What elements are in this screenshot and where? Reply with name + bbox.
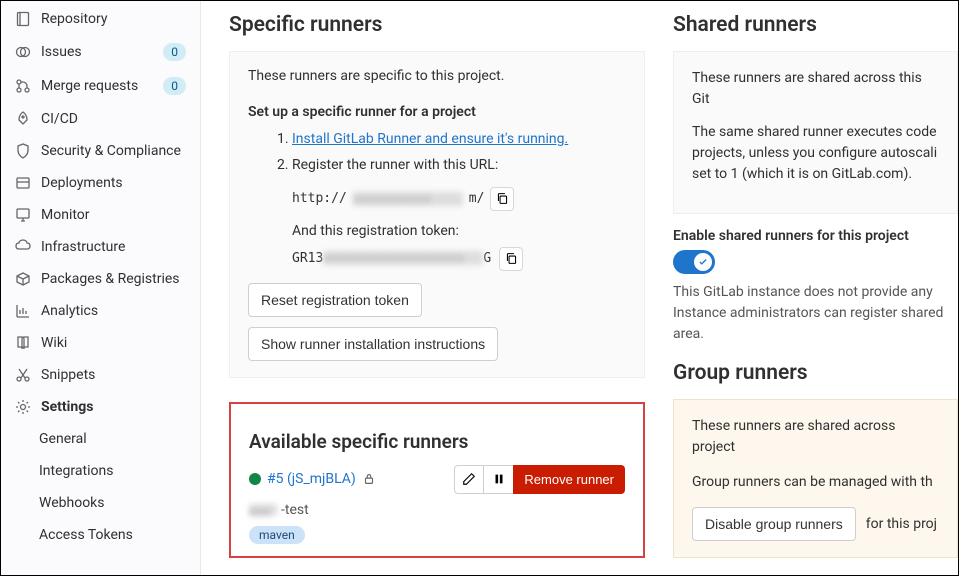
main-content: Specific runners These runners are speci…	[201, 1, 958, 575]
sidebar-item-repository[interactable]: Repository	[1, 3, 200, 35]
group-intro: These runners are shared across project	[692, 416, 939, 458]
sidebar-label: Analytics	[41, 303, 186, 319]
sidebar-label: Security & Compliance	[41, 143, 186, 159]
sidebar-label: Issues	[41, 44, 153, 60]
shared-desc: The same shared runner executes code pro…	[692, 122, 939, 185]
runner-status-online	[249, 473, 261, 485]
group-runners-panel: These runners are shared across project …	[673, 399, 958, 558]
settings-integrations[interactable]: Integrations	[39, 455, 200, 487]
monitor-icon	[15, 207, 31, 223]
redacted-token: xxxxxxxxxxxxxxxxxx	[323, 251, 483, 265]
specific-intro: These runners are specific to this proje…	[248, 68, 626, 84]
remove-runner-button[interactable]: Remove runner	[513, 465, 625, 494]
sidebar-item-issues[interactable]: Issues 0	[1, 35, 200, 69]
settings-general[interactable]: General	[39, 423, 200, 455]
sidebar-label: Settings	[41, 399, 186, 415]
settings-access-tokens[interactable]: Access Tokens	[39, 519, 200, 551]
available-runners-box: Available specific runners #5 (jS_mjBLA)…	[229, 402, 645, 558]
redacted-url: xxxxxxxxxx	[353, 192, 463, 206]
runner-url: http://xxxxxxxxxxm/	[248, 187, 626, 211]
sidebar-item-infrastructure[interactable]: Infrastructure	[1, 231, 200, 263]
snippet-icon	[15, 367, 31, 383]
sidebar-label: Packages & Registries	[41, 271, 186, 287]
rocket-icon	[15, 111, 31, 127]
infra-icon	[15, 239, 31, 255]
shared-runners-heading: Shared runners	[673, 13, 958, 37]
group-note: This group does not have any group runne…	[673, 572, 958, 575]
shared-note: This GitLab instance does not provide an…	[673, 282, 958, 345]
enable-shared-label: Enable shared runners for this project	[673, 228, 958, 244]
sidebar-item-snippets[interactable]: Snippets	[1, 359, 200, 391]
sidebar-item-deployments[interactable]: Deployments	[1, 167, 200, 199]
sidebar-label: Deployments	[41, 175, 186, 191]
sidebar-item-wiki[interactable]: Wiki	[1, 327, 200, 359]
settings-webhooks[interactable]: Webhooks	[39, 487, 200, 519]
merge-badge: 0	[163, 77, 186, 95]
sidebar-label: CI/CD	[41, 111, 186, 127]
repository-icon	[15, 11, 31, 27]
sidebar-label: Monitor	[41, 207, 186, 223]
lock-icon	[362, 472, 376, 486]
shared-runners-panel: These runners are shared across this Git…	[673, 51, 958, 214]
sidebar-label: Merge requests	[41, 78, 153, 94]
disable-group-runners-button[interactable]: Disable group runners	[692, 507, 856, 541]
token-value: GR13xxxxxxxxxxxxxxxxxxG	[292, 251, 491, 266]
gear-icon	[15, 399, 31, 415]
sidebar-item-cicd[interactable]: CI/CD	[1, 103, 200, 135]
for-project-text: for this proj	[866, 516, 937, 532]
package-icon	[15, 271, 31, 287]
shared-intro: These runners are shared across this Git	[692, 68, 939, 110]
group-runners-heading: Group runners	[673, 361, 958, 385]
sidebar: Repository Issues 0 Merge requests 0 CI/…	[1, 1, 201, 575]
available-heading: Available specific runners	[249, 430, 625, 453]
sidebar-item-settings[interactable]: Settings	[1, 391, 200, 423]
issues-badge: 0	[163, 43, 186, 61]
sidebar-item-security[interactable]: Security & Compliance	[1, 135, 200, 167]
book-icon	[15, 335, 31, 351]
redacted-desc: xxx	[249, 504, 277, 516]
pause-runner-button[interactable]	[484, 465, 514, 494]
chart-icon	[15, 303, 31, 319]
copy-token-button[interactable]	[499, 247, 523, 271]
sidebar-item-monitor[interactable]: Monitor	[1, 199, 200, 231]
sidebar-item-merge-requests[interactable]: Merge requests 0	[1, 69, 200, 103]
runner-link[interactable]: #5 (jS_mjBLA)	[267, 471, 356, 487]
sidebar-label: Infrastructure	[41, 239, 186, 255]
specific-runners-panel: These runners are specific to this proje…	[229, 51, 645, 378]
enable-shared-toggle[interactable]	[673, 250, 715, 274]
install-runner-link[interactable]: Install GitLab Runner and ensure it's ru…	[292, 131, 568, 147]
sidebar-label: Wiki	[41, 335, 186, 351]
sidebar-item-packages[interactable]: Packages & Registries	[1, 263, 200, 295]
sidebar-label: Snippets	[41, 367, 186, 383]
reset-token-button[interactable]: Reset registration token	[248, 283, 422, 317]
specific-runners-heading: Specific runners	[229, 13, 645, 37]
runner-tag: maven	[249, 526, 305, 544]
show-instructions-button[interactable]: Show runner installation instructions	[248, 327, 498, 361]
setup-title: Set up a specific runner for a project	[248, 104, 626, 120]
shield-icon	[15, 143, 31, 159]
edit-runner-button[interactable]	[454, 465, 484, 494]
issues-icon	[15, 44, 31, 60]
sidebar-label: Repository	[41, 11, 186, 27]
runner-description: xxx-test	[249, 502, 625, 518]
group-desc: Group runners can be managed with th	[692, 472, 939, 493]
merge-icon	[15, 78, 31, 94]
token-intro: And this registration token:	[248, 223, 626, 239]
setup-step-2: Register the runner with this URL:	[292, 154, 626, 176]
setup-step-1: Install GitLab Runner and ensure it's ru…	[292, 128, 626, 150]
deploy-icon	[15, 175, 31, 191]
sidebar-item-analytics[interactable]: Analytics	[1, 295, 200, 327]
copy-url-button[interactable]	[490, 187, 514, 211]
